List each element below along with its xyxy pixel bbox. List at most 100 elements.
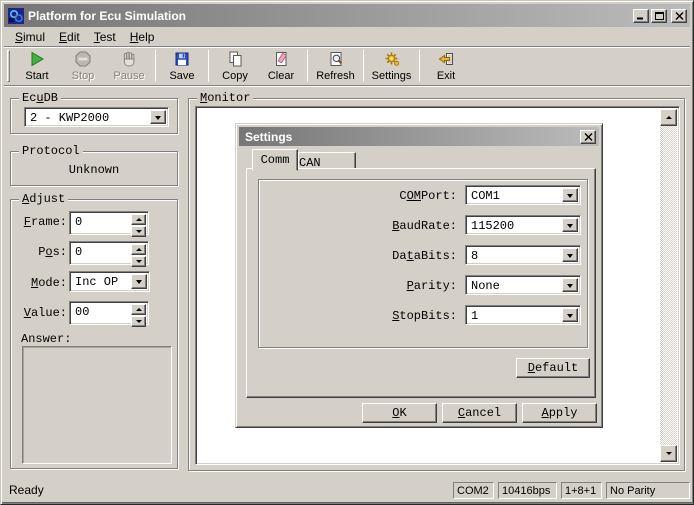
frame-label: Frame: [15,215,67,229]
menu-test[interactable]: Test [87,28,123,46]
stopbits-label: StopBits: [307,309,457,323]
comport-combo[interactable]: COM1 [465,185,581,205]
baudrate-combo-value: 115200 [466,216,562,234]
settings-button[interactable]: Settings [367,48,416,85]
close-icon [675,12,684,20]
value-spin-up-button[interactable] [131,304,146,315]
pos-spin-up-button[interactable] [131,244,146,255]
databits-combo[interactable]: 8 [465,245,581,265]
protocol-group: Protocol Unknown [10,151,178,186]
maximize-button[interactable] [651,9,667,23]
menu-edit[interactable]: Edit [52,28,87,46]
menu-help[interactable]: Help [123,28,162,46]
chevron-down-icon [136,260,142,266]
value-spinner[interactable]: 00 [69,301,149,325]
adjust-group-label: Adjust [19,192,68,206]
parity-combo-value: None [466,276,562,294]
app-window: Platform for Ecu Simulation Simul Edit T… [0,0,694,505]
frame-spin-up-button[interactable] [131,214,146,225]
menu-bar: Simul Edit Test Help [4,28,690,46]
maximize-icon [655,12,664,20]
databits-combo-value: 8 [466,246,562,264]
databits-combo-dropdown-button[interactable] [562,248,578,262]
chevron-down-icon [136,280,142,287]
parity-combo-dropdown-button[interactable] [562,278,578,292]
chevron-down-icon [567,224,573,231]
toolbar-grip[interactable] [7,50,10,82]
save-icon [173,49,191,69]
app-icon [8,8,24,24]
baudrate-combo-dropdown-button[interactable] [562,218,578,232]
mode-label: Mode: [15,276,67,290]
toolbar-separator [208,50,209,82]
answer-label: Answer: [21,332,71,346]
mode-combo[interactable]: Inc OP [69,271,150,292]
ecudb-group-label: EcuDB [19,91,61,105]
chevron-down-icon [136,320,142,326]
settings-dialog: Settings Comm CAN Info COMPort: COM1 Bau… [235,123,603,428]
status-ready-text: Ready [9,483,44,497]
parity-label: Parity: [307,279,457,293]
stopbits-combo[interactable]: 1 [465,305,581,325]
clear-button[interactable]: Clear [258,48,304,85]
baudrate-label: BaudRate: [307,219,457,233]
start-icon [28,49,46,69]
toolbar: Start Stop Pause Save [4,46,690,86]
settings-icon [383,49,401,69]
menu-simul[interactable]: Simul [8,28,52,46]
minimize-button[interactable] [633,9,649,23]
save-button[interactable]: Save [159,48,205,85]
value-spin-down-button[interactable] [131,316,146,327]
chevron-up-icon [136,215,142,221]
status-baud-rate: 10416bps [498,482,557,499]
cancel-button[interactable]: Cancel [442,403,517,423]
scroll-down-button[interactable] [660,445,677,462]
clear-icon [272,49,290,69]
toolbar-separator [363,50,364,82]
ecudb-combo-dropdown-button[interactable] [150,110,166,124]
settings-dialog-title: Settings [245,130,578,144]
toolbar-separator [419,50,420,82]
monitor-group-label: Monitor [197,91,253,105]
stopbits-combo-dropdown-button[interactable] [562,308,578,322]
frame-spin-down-button[interactable] [131,226,146,237]
title-bar: Platform for Ecu Simulation [4,4,690,27]
scrollbar-track[interactable] [660,126,677,445]
start-button[interactable]: Start [14,48,60,85]
close-button[interactable] [671,9,687,23]
mode-combo-dropdown-button[interactable] [131,274,147,289]
tab-comm[interactable]: Comm [252,149,298,171]
default-button[interactable]: Default [516,358,590,378]
close-icon [584,133,593,141]
refresh-icon [327,49,345,69]
chevron-down-icon [567,254,573,261]
value-label: Value: [15,306,67,320]
pos-spin-down-button[interactable] [131,256,146,267]
apply-button[interactable]: Apply [522,403,597,423]
frame-spinner[interactable]: 0 [69,211,149,235]
frame-value: 0 [70,212,131,234]
copy-button[interactable]: Copy [212,48,258,85]
stopbits-combo-value: 1 [466,306,562,324]
minimize-icon [637,12,645,20]
parity-combo[interactable]: None [465,275,581,295]
ecudb-combo[interactable]: 2 - KWP2000 [24,107,169,127]
comport-combo-dropdown-button[interactable] [562,188,578,202]
exit-button[interactable]: Exit [423,48,469,85]
exit-icon [437,49,455,69]
scroll-up-button[interactable] [660,109,677,126]
ok-button[interactable]: OK [362,403,437,423]
status-parity: No Parity [606,482,690,499]
status-frame-format: 1+8+1 [561,482,602,499]
adjust-group: Adjust Frame: 0 Pos: 0 Mode: Inc OP Valu… [10,199,178,469]
baudrate-combo[interactable]: 115200 [465,215,581,235]
chevron-up-icon [136,245,142,251]
refresh-button[interactable]: Refresh [311,48,360,85]
pos-value: 0 [70,242,131,264]
monitor-scrollbar[interactable] [660,109,677,462]
chevron-up-icon [666,113,672,119]
ecudb-combo-value: 2 - KWP2000 [25,108,150,126]
chevron-down-icon [567,314,573,321]
pos-spinner[interactable]: 0 [69,241,149,265]
settings-dialog-close-button[interactable] [580,130,596,144]
